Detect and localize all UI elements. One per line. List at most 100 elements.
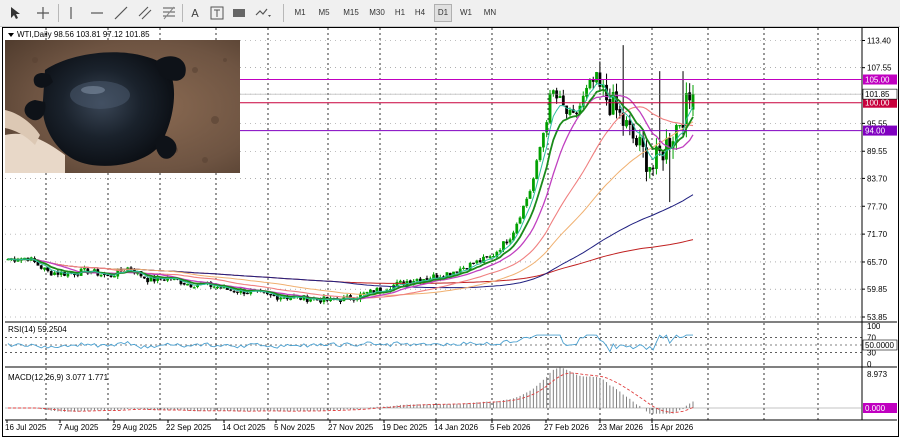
price-tick-label: 107.55 bbox=[867, 64, 892, 73]
candle-body bbox=[648, 167, 652, 172]
candle-body bbox=[618, 109, 622, 113]
level-price-label: 105.00 bbox=[865, 76, 890, 85]
candle-body bbox=[635, 138, 638, 146]
candle-body bbox=[53, 272, 56, 275]
candle-body bbox=[425, 278, 429, 280]
candle-body bbox=[146, 278, 150, 283]
price-tick-label: 53.85 bbox=[867, 313, 888, 322]
candle-body bbox=[162, 279, 166, 281]
candle-body bbox=[365, 291, 369, 294]
candle-body bbox=[515, 223, 519, 234]
candle-body bbox=[113, 275, 116, 278]
level-price-label: 94.00 bbox=[865, 127, 886, 136]
date-label: 7 Aug 2025 bbox=[58, 423, 99, 432]
candle-body bbox=[561, 95, 565, 106]
candle-body bbox=[528, 191, 532, 199]
candle-body bbox=[625, 120, 628, 127]
price-tick-label: 71.70 bbox=[867, 230, 888, 239]
candle-body bbox=[109, 275, 113, 277]
candle-body bbox=[289, 297, 293, 301]
candle-body bbox=[688, 92, 692, 101]
candle-body bbox=[142, 276, 146, 279]
candle-body bbox=[379, 287, 382, 292]
candle-body bbox=[192, 287, 196, 289]
candle-body bbox=[525, 198, 529, 206]
candle-body bbox=[182, 282, 186, 285]
date-label: 5 Feb 2026 bbox=[490, 423, 531, 432]
price-tick-label: 59.85 bbox=[867, 285, 888, 294]
candle-body bbox=[558, 96, 562, 98]
candle-body bbox=[398, 280, 402, 283]
date-label: 14 Oct 2025 bbox=[222, 423, 266, 432]
rsi-value-label: 50.0000 bbox=[865, 341, 894, 350]
candle-body bbox=[508, 239, 512, 243]
candle-body bbox=[538, 147, 542, 161]
candle-body bbox=[462, 267, 465, 269]
candle-body bbox=[246, 292, 249, 295]
date-label: 19 Dec 2025 bbox=[382, 423, 428, 432]
candle-body bbox=[39, 265, 43, 269]
date-label: 29 Aug 2025 bbox=[112, 423, 157, 432]
macd-tick-label: 8.973 bbox=[867, 370, 888, 379]
candle-body bbox=[212, 286, 216, 288]
candle-body bbox=[309, 299, 312, 302]
rsi-header: RSI(14) 59.2504 bbox=[8, 325, 67, 334]
price-tick-label: 77.70 bbox=[867, 202, 888, 211]
current-price-label: 101.85 bbox=[865, 90, 890, 99]
candle-body bbox=[585, 87, 588, 97]
chart-menu-icon bbox=[8, 33, 14, 37]
chart-header: WTI,Daily 98.56 103.81 97.12 101.85 bbox=[17, 30, 150, 39]
candle-body bbox=[628, 120, 632, 125]
candle-body bbox=[518, 217, 522, 224]
candle-body bbox=[638, 136, 642, 146]
candle-body bbox=[56, 272, 60, 275]
candle-body bbox=[502, 241, 505, 251]
candle-body bbox=[415, 279, 419, 281]
candle-body bbox=[219, 287, 223, 289]
candle-body bbox=[236, 291, 239, 293]
candle-body bbox=[651, 167, 655, 169]
candle-body bbox=[232, 291, 236, 293]
candle-body bbox=[608, 98, 612, 115]
candle-body bbox=[229, 289, 233, 291]
date-label: 14 Jan 2026 bbox=[434, 423, 479, 432]
candle-body bbox=[76, 274, 80, 276]
candle-body bbox=[575, 112, 579, 115]
date-label: 5 Nov 2025 bbox=[274, 423, 315, 432]
candle-body bbox=[83, 268, 86, 270]
candle-body bbox=[488, 256, 492, 259]
price-tick-label: 65.70 bbox=[867, 258, 888, 267]
candle-body bbox=[472, 262, 475, 265]
candle-body bbox=[186, 283, 189, 286]
candle-body bbox=[548, 93, 552, 123]
candle-body bbox=[269, 294, 273, 296]
candle-body bbox=[595, 72, 598, 83]
candle-body bbox=[106, 274, 110, 276]
candle-body bbox=[655, 146, 658, 169]
date-label: 27 Feb 2026 bbox=[544, 423, 589, 432]
candle-body bbox=[485, 256, 489, 258]
candle-body bbox=[99, 274, 103, 277]
candle-body bbox=[475, 260, 479, 264]
price-tick-label: 83.70 bbox=[867, 174, 888, 183]
date-label: 16 Jul 2025 bbox=[5, 423, 47, 432]
candle-body bbox=[498, 250, 502, 252]
candle-body bbox=[531, 178, 535, 191]
candle-body bbox=[369, 289, 372, 293]
candle-body bbox=[49, 271, 53, 276]
candle-body bbox=[216, 286, 219, 289]
date-label: 22 Sep 2025 bbox=[166, 423, 212, 432]
level-price-label: 100.00 bbox=[865, 99, 890, 108]
rsi-tick-label: 100 bbox=[867, 322, 881, 331]
price-tick-label: 113.40 bbox=[867, 37, 891, 46]
candle-body bbox=[478, 260, 482, 263]
macd-header: MACD(12,26,9) 3.077 1.771 bbox=[8, 373, 109, 382]
crude-oil-photo bbox=[5, 40, 240, 173]
candle-body bbox=[541, 132, 545, 148]
candle-body bbox=[551, 90, 555, 94]
candle-body bbox=[279, 297, 283, 300]
candle-body bbox=[43, 267, 46, 270]
candle-body bbox=[591, 79, 595, 82]
macd-value-label: 0.000 bbox=[865, 404, 886, 413]
candle-body bbox=[455, 271, 459, 273]
